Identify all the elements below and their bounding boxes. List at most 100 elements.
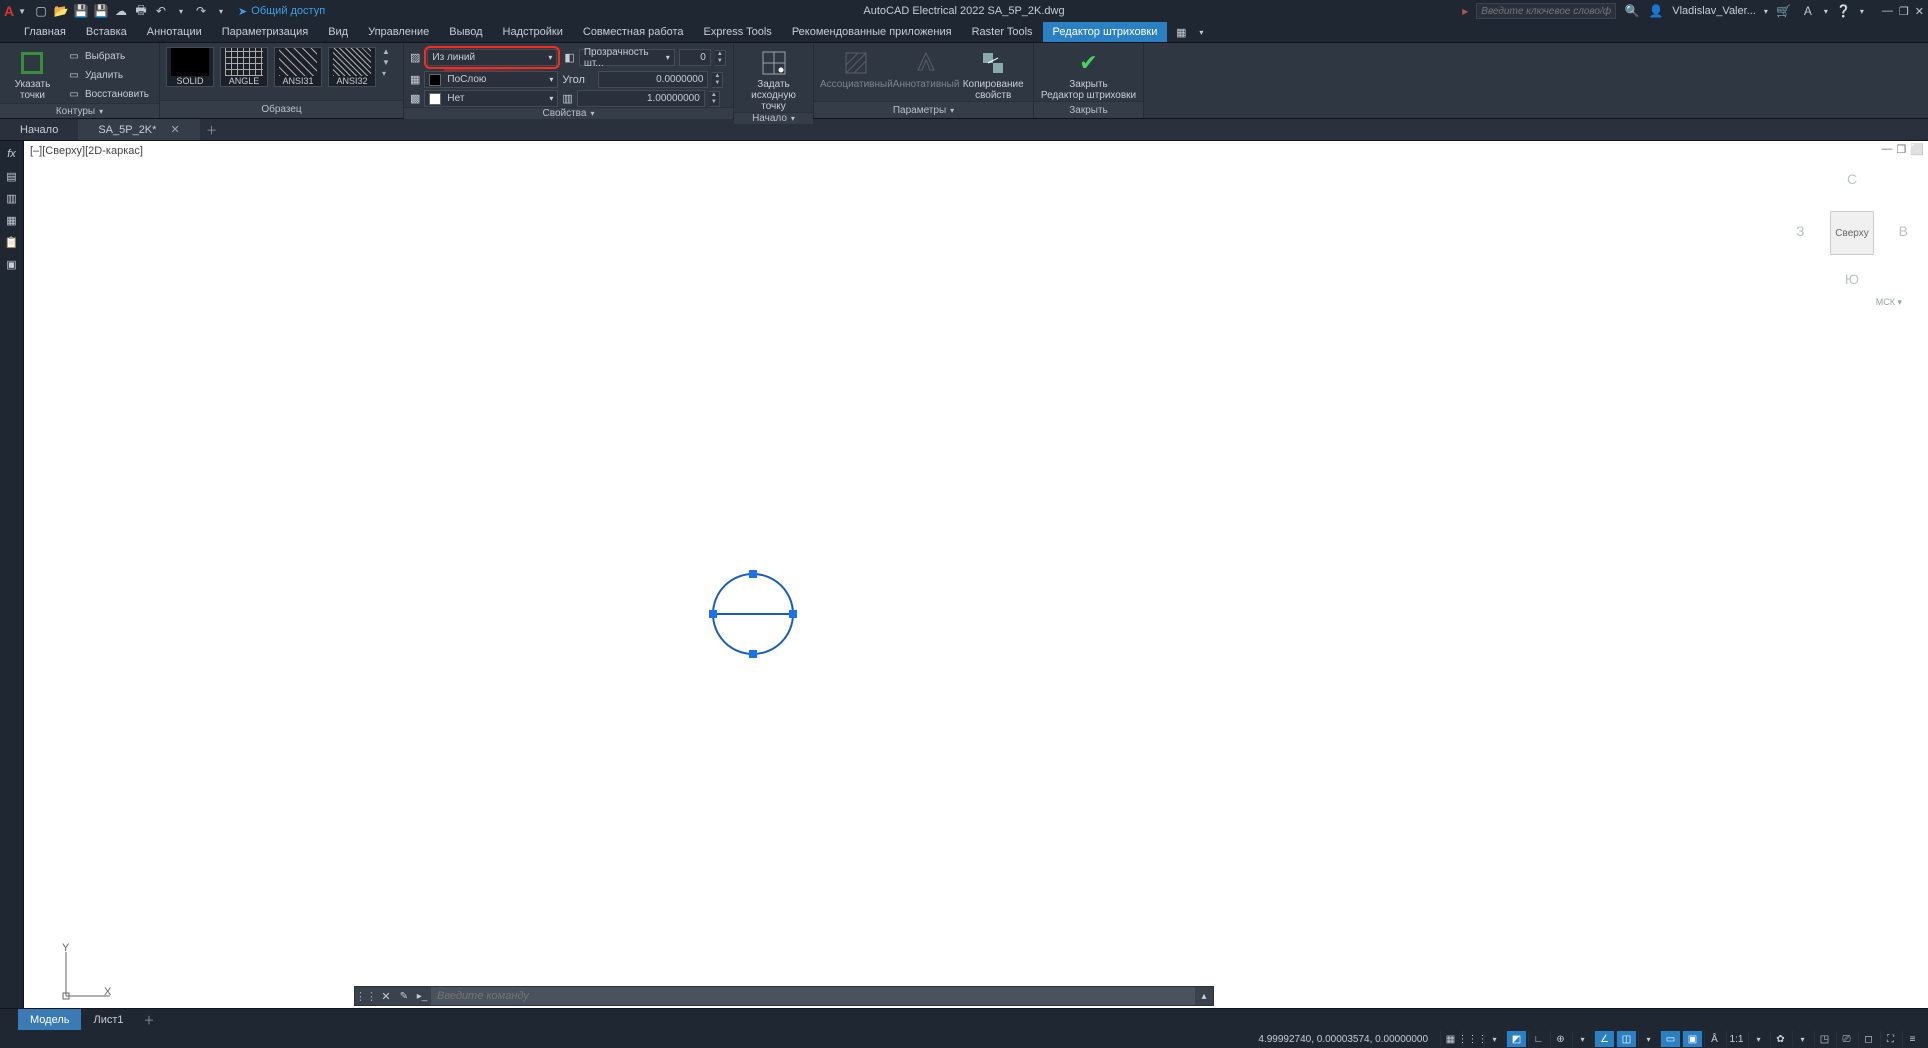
redo-icon[interactable]: ↷	[192, 2, 210, 20]
user-menu-caret[interactable]: ▾	[1764, 7, 1768, 16]
close-hatch-editor-button[interactable]: ✔ Закрыть Редактор штриховки	[1040, 47, 1137, 101]
search-input[interactable]	[1476, 3, 1616, 19]
vp-restore-icon[interactable]: ❐	[1896, 143, 1906, 156]
sb-annoscale-icon[interactable]: Å	[1704, 1031, 1724, 1047]
cmdline-grip-icon[interactable]: ⋮⋮	[355, 990, 377, 1003]
layout-add-button[interactable]: ＋	[136, 1012, 163, 1028]
sb-caret-2[interactable]: ▾	[1572, 1031, 1592, 1047]
account-icon[interactable]: 👤	[1648, 4, 1664, 18]
pattern-angle[interactable]: ANGLE	[220, 47, 268, 87]
cart-icon[interactable]: 🛒	[1776, 4, 1792, 18]
sb-polar-icon[interactable]: ⊕	[1550, 1031, 1570, 1047]
sb-snap-icon[interactable]: ◩	[1506, 1031, 1526, 1047]
vp-maximize-icon[interactable]: ⬜	[1910, 143, 1924, 156]
search-caret[interactable]: ▶	[1462, 7, 1468, 16]
grip-north[interactable]	[749, 570, 757, 578]
recreate-boundary-button[interactable]: ▭ Восстановить	[63, 85, 153, 103]
tab-insert[interactable]: Вставка	[76, 22, 137, 42]
viewport-label[interactable]: [–][Сверху][2D-каркас]	[30, 145, 143, 157]
set-origin-button[interactable]: Задать исходную точку	[740, 47, 807, 112]
scale-value[interactable]	[577, 90, 705, 107]
associative-button[interactable]: Ассоциативный	[820, 47, 893, 90]
viewcube-north[interactable]: С	[1847, 171, 1857, 187]
match-properties-button[interactable]: Копирование свойств	[959, 47, 1027, 101]
app-home-caret[interactable]: ▾	[1824, 7, 1828, 16]
tab-annotate[interactable]: Аннотации	[137, 22, 212, 42]
bg-color-dropdown[interactable]: Нет ▾	[424, 90, 558, 107]
close-icon[interactable]: ✕	[1915, 5, 1924, 18]
sb-osnap-icon[interactable]: ◫	[1616, 1031, 1636, 1047]
sb-lock-icon[interactable]: ◻	[1858, 1031, 1878, 1047]
ribbon-overflow-icon[interactable]: ▦	[1173, 24, 1189, 40]
pattern-ansi31[interactable]: ANSI31	[274, 47, 322, 87]
panel-origin-title[interactable]: Начало ▾	[734, 112, 813, 124]
tab-addins[interactable]: Надстройки	[493, 22, 573, 42]
open-icon[interactable]: 📂	[52, 2, 70, 20]
viewcube-west[interactable]: З	[1796, 223, 1804, 239]
remove-boundary-button[interactable]: ▭ Удалить	[63, 66, 153, 84]
pattern-solid[interactable]: SOLID	[166, 47, 214, 87]
pattern-scroll-up[interactable]: ▲	[382, 47, 390, 56]
status-coordinates[interactable]: 4.99992740, 0.00003574, 0.00000000	[1258, 1034, 1440, 1045]
pattern-expand[interactable]: ▾	[382, 69, 390, 78]
tab-hatch-editor[interactable]: Редактор штриховки	[1043, 22, 1168, 42]
cmdline-history-icon[interactable]: ▴	[1195, 991, 1213, 1002]
sb-grid-icon[interactable]: ⋮⋮⋮	[1462, 1031, 1482, 1047]
panel-properties-title[interactable]: Свойства ▾	[404, 107, 733, 119]
transparency-mode[interactable]: Прозрачность шт... ▾	[579, 49, 675, 66]
panel-boundaries-title[interactable]: Контуры ▾	[0, 103, 159, 118]
tab-featured[interactable]: Рекомендованные приложения	[782, 22, 962, 42]
sb-customize-icon[interactable]: ≡	[1902, 1031, 1922, 1047]
pattern-scroll-down[interactable]: ▼	[382, 58, 390, 67]
sb-monitor-icon[interactable]: ⎚	[1836, 1031, 1856, 1047]
cmdline-options-icon[interactable]: ✎	[395, 991, 413, 1002]
sb-lwt-icon[interactable]: ▭	[1660, 1031, 1680, 1047]
viewcube-south[interactable]: Ю	[1845, 271, 1859, 287]
hatch-type-dropdown[interactable]: Из линий ▾	[427, 49, 557, 66]
viewcube-wcs[interactable]: МСК ▾	[1876, 297, 1902, 308]
plot-icon[interactable]: 🖶	[132, 2, 150, 20]
palette-icon-1[interactable]: ▤	[3, 167, 21, 185]
annotative-button[interactable]: Аннотативный	[893, 47, 960, 90]
sb-dyn-icon[interactable]: ▣	[1682, 1031, 1702, 1047]
palette-icon-3[interactable]: ▦	[3, 211, 21, 229]
angle-value[interactable]	[598, 71, 708, 88]
layout-sheet1[interactable]: Лист1	[81, 1009, 135, 1030]
qat-caret[interactable]: ▼	[18, 7, 26, 16]
palette-icon-5[interactable]: ▣	[3, 255, 21, 273]
transparency-value[interactable]	[679, 49, 711, 66]
sb-ortho-icon[interactable]: ∟	[1528, 1031, 1548, 1047]
new-icon[interactable]: ▢	[32, 2, 50, 20]
command-input[interactable]	[431, 987, 1195, 1005]
scale-spinner[interactable]: ▲▼	[709, 91, 720, 107]
select-boundary-button[interactable]: ▭ Выбрать	[63, 47, 153, 65]
vp-minimize-icon[interactable]: —	[1881, 143, 1892, 156]
sb-caret-3[interactable]: ▾	[1638, 1031, 1658, 1047]
sb-otrack-icon[interactable]: ∠	[1594, 1031, 1614, 1047]
grip-south[interactable]	[749, 650, 757, 658]
tab-collaborate[interactable]: Совместная работа	[573, 22, 694, 42]
minimize-icon[interactable]: —	[1882, 5, 1893, 18]
hatch-color-dropdown[interactable]: ПоСлою ▾	[424, 71, 558, 88]
panel-options-title[interactable]: Параметры ▾	[814, 101, 1033, 118]
tab-raster[interactable]: Raster Tools	[962, 22, 1043, 42]
save-icon[interactable]: 💾	[72, 2, 90, 20]
undo-menu-caret[interactable]: ▾	[172, 2, 190, 20]
tab-add-button[interactable]: ＋	[200, 119, 224, 140]
cmdline-close-icon[interactable]: ✕	[377, 990, 395, 1003]
clipboard-icon[interactable]: 📋	[3, 233, 21, 251]
view-cube[interactable]: С Ю З В Сверху МСК ▾	[1802, 171, 1902, 321]
help-caret[interactable]: ▾	[1860, 7, 1864, 16]
undo-icon[interactable]: ↶	[152, 2, 170, 20]
layout-model[interactable]: Модель	[18, 1009, 81, 1030]
sb-ws-icon[interactable]: ◳	[1814, 1031, 1834, 1047]
saveas-icon[interactable]: 💾	[92, 2, 110, 20]
redo-menu-caret[interactable]: ▾	[212, 2, 230, 20]
fx-icon[interactable]: fx	[3, 145, 21, 163]
sb-cleanscreen-icon[interactable]: ⛶	[1880, 1031, 1900, 1047]
sb-caret-5[interactable]: ▾	[1792, 1031, 1812, 1047]
viewcube-east[interactable]: В	[1899, 223, 1908, 239]
tab-express[interactable]: Express Tools	[694, 22, 782, 42]
tab-drawing[interactable]: SA_5P_2K* ✕	[78, 119, 199, 140]
app-home-icon[interactable]: A	[1800, 4, 1816, 18]
